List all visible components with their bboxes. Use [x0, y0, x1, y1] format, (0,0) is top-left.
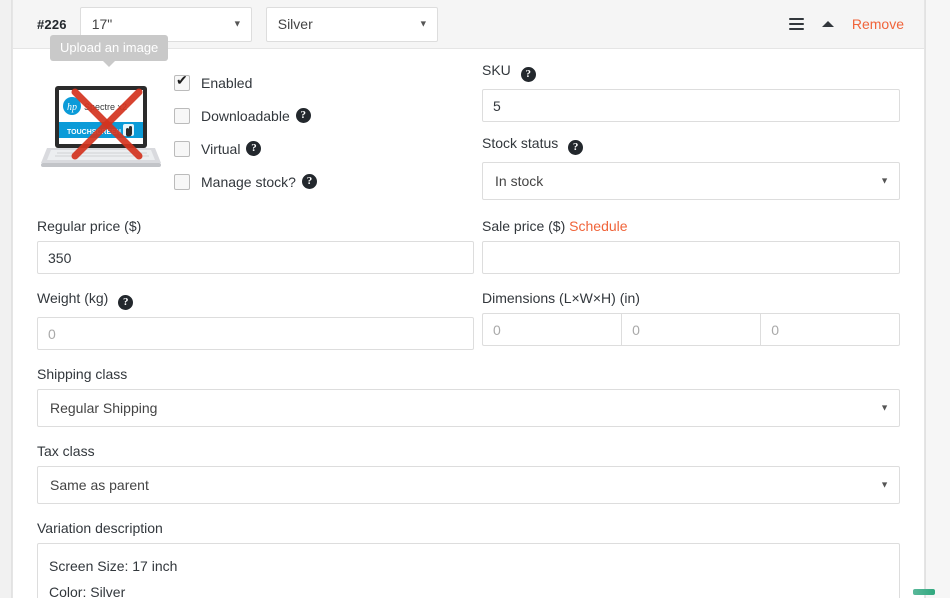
regular-price-group: Regular price ($) — [37, 218, 482, 274]
checkbox-virtual-label: Virtual — [201, 140, 241, 157]
remove-variation-link[interactable]: Remove — [852, 16, 904, 32]
svg-text:Spectre x2: Spectre x2 — [84, 102, 127, 112]
chevron-down-icon: ▼ — [232, 18, 242, 29]
stock-status-select[interactable]: In stock ▼ — [482, 162, 900, 200]
variation-image-thumbnail[interactable]: TOUCHSCREEN hp Spectre x2 — [37, 64, 165, 182]
attribute-select-size-value: 17" — [91, 16, 113, 32]
stock-status-value: In stock — [495, 173, 544, 189]
stock-status-label-text: Stock status — [482, 135, 559, 151]
checkbox-row-downloadable[interactable]: Downloadable ? — [174, 99, 474, 132]
dimension-height-input[interactable] — [760, 313, 900, 346]
dimension-width-input[interactable] — [621, 313, 761, 346]
variation-header-actions: Remove — [788, 16, 912, 32]
help-icon[interactable]: ? — [520, 67, 536, 82]
checkbox-downloadable-label: Downloadable — [201, 107, 290, 124]
regular-price-label: Regular price ($) — [37, 218, 142, 234]
checkbox-enabled-label: Enabled — [201, 74, 253, 91]
help-icon[interactable]: ? — [118, 295, 134, 310]
page-right-gutter — [926, 0, 950, 598]
dimensions-inputs — [482, 313, 900, 346]
shipping-class-group: Shipping class Regular Shipping ▼ — [37, 366, 900, 427]
weight-label: Weight (kg) ? — [37, 290, 474, 310]
sale-price-label: Sale price ($) Schedule — [482, 218, 900, 234]
sku-input[interactable] — [482, 89, 900, 122]
laptop-illustration: TOUCHSCREEN hp Spectre x2 — [37, 64, 165, 182]
attribute-select-color[interactable]: Silver ▼ — [265, 6, 438, 42]
regular-price-input[interactable] — [37, 241, 474, 274]
weight-dimensions-row: Weight (kg) ? Dimensions (L×W×H) (in) — [37, 290, 900, 350]
shipping-class-select[interactable]: Regular Shipping ▼ — [37, 389, 900, 427]
hamburger-sort-icon[interactable] — [788, 18, 804, 30]
tax-class-select[interactable]: Same as parent ▼ — [37, 466, 900, 504]
tax-class-label: Tax class — [37, 443, 95, 459]
upload-image-tooltip: Upload an image — [50, 35, 169, 67]
dimension-length-input[interactable] — [482, 313, 622, 346]
tax-class-group: Tax class Same as parent ▼ — [37, 443, 900, 504]
checkbox-row-manage-stock[interactable]: Manage stock? ? — [174, 165, 474, 198]
variation-panel: #226 17" ▼ Silver ▼ Remove Upload an ima… — [12, 0, 925, 598]
help-icon[interactable]: ? — [246, 141, 262, 156]
chevron-down-icon: ▼ — [880, 175, 889, 186]
sku-label-text: SKU — [482, 62, 511, 78]
help-icon[interactable]: ? — [295, 108, 311, 123]
variation-id: #226 — [37, 16, 67, 32]
scroll-indicator[interactable] — [913, 589, 935, 595]
variation-panel-page: #226 17" ▼ Silver ▼ Remove Upload an ima… — [0, 0, 950, 598]
dimensions-label: Dimensions (L×W×H) (in) — [482, 290, 640, 306]
sale-price-label-text: Sale price ($) — [482, 218, 566, 234]
shipping-class-label: Shipping class — [37, 366, 128, 382]
sale-price-group: Sale price ($) Schedule — [482, 218, 900, 274]
sku-label: SKU ? — [482, 62, 900, 82]
price-row: Regular price ($) Sale price ($) Schedul… — [37, 218, 900, 274]
shipping-class-value: Regular Shipping — [50, 400, 158, 416]
svg-text:TOUCHSCREEN: TOUCHSCREEN — [67, 129, 121, 136]
attribute-select-color-value: Silver — [277, 16, 313, 32]
checkbox-row-virtual[interactable]: Virtual ? — [174, 132, 474, 165]
checkbox-manage-stock-label: Manage stock? — [201, 173, 296, 190]
checkbox-manage-stock[interactable] — [174, 173, 190, 190]
variation-description-textarea[interactable] — [37, 543, 900, 598]
variation-description-group: Variation description — [37, 520, 900, 598]
variation-image-column: TOUCHSCREEN hp Spectre x2 — [37, 60, 174, 200]
weight-group: Weight (kg) ? — [37, 290, 482, 350]
chevron-down-icon: ▼ — [418, 18, 428, 29]
dimensions-group: Dimensions (L×W×H) (in) — [482, 290, 900, 350]
weight-label-text: Weight (kg) — [37, 290, 109, 306]
chevron-up-icon[interactable] — [821, 21, 834, 27]
tax-class-value: Same as parent — [50, 477, 149, 493]
schedule-sale-link[interactable]: Schedule — [569, 218, 627, 234]
checkbox-row-enabled[interactable]: Enabled — [174, 66, 474, 99]
help-icon[interactable]: ? — [568, 140, 584, 155]
sale-price-input[interactable] — [482, 241, 900, 274]
chevron-down-icon: ▼ — [880, 402, 889, 413]
weight-input[interactable] — [37, 317, 474, 350]
variation-description-label: Variation description — [37, 520, 163, 536]
help-icon[interactable]: ? — [301, 174, 317, 189]
checkbox-virtual[interactable] — [174, 140, 190, 157]
checkbox-enabled[interactable] — [174, 72, 190, 91]
variation-checkboxes: Enabled Downloadable ? Virtual ? Ma — [174, 60, 474, 200]
checkbox-downloadable[interactable] — [174, 107, 190, 124]
stock-status-label: Stock status ? — [482, 135, 900, 155]
sku-stock-column: SKU ? Stock status ? In stock ▼ — [474, 60, 900, 200]
variation-body: TOUCHSCREEN hp Spectre x2 ✔ Enabled Down… — [13, 49, 924, 598]
chevron-down-icon: ▼ — [880, 479, 889, 490]
svg-text:hp: hp — [67, 102, 77, 113]
variation-top-row: TOUCHSCREEN hp Spectre x2 ✔ Enabled Down… — [37, 49, 900, 200]
